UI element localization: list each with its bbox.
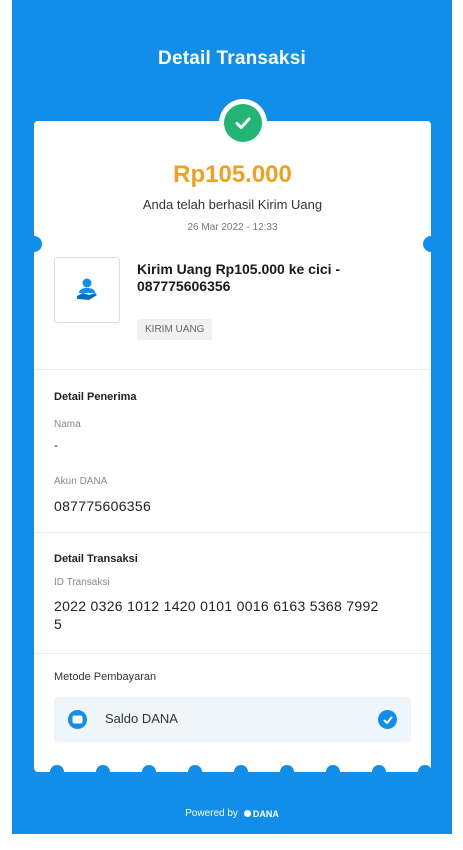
divider: [34, 369, 431, 370]
recipient-name-value: -: [54, 438, 59, 452]
success-badge: [219, 99, 267, 147]
transaction-datetime: 26 Mar 2022 - 12:33: [187, 222, 278, 233]
card-scallop: [96, 765, 110, 779]
product-title: Kirim Uang Rp105.000 ke cici - 087775606…: [137, 261, 341, 294]
card-scallop: [418, 765, 432, 779]
card-notch-left: [34, 236, 42, 252]
powered-by-footer: Powered by DANA: [12, 808, 452, 819]
transaction-section-title: Detail Transaksi: [54, 553, 138, 565]
page-title: Detail Transaksi: [158, 48, 306, 69]
dana-logo-text: DANA: [252, 808, 279, 819]
transaction-id-value: 2022 0326 1012 1420 0101 0016 6163 5368 …: [54, 598, 379, 632]
app-screen: Detail Transaksi Rp105.000 Anda telah be…: [12, 0, 452, 834]
recipient-account-label: Akun DANA: [54, 476, 108, 487]
card-notch-right: [423, 236, 431, 252]
card-scallop: [142, 765, 156, 779]
card-scallop: [280, 765, 294, 779]
send-money-icon: [54, 257, 120, 323]
transaction-type-tag: KIRIM UANG: [137, 319, 213, 340]
payment-method-label: Metode Pembayaran: [54, 671, 157, 683]
checkmark-icon: [224, 104, 262, 142]
transaction-amount: Rp105.000: [173, 161, 292, 188]
card-scallop: [234, 765, 248, 779]
recipient-name-label: Nama: [54, 419, 81, 430]
wallet-icon: [68, 710, 87, 729]
selected-check-icon: [378, 710, 397, 729]
card-scallop: [50, 765, 64, 779]
success-message: Anda telah berhasil Kirim Uang: [142, 197, 323, 212]
card-scallop: [326, 765, 340, 779]
card-scallop: [188, 765, 202, 779]
divider: [34, 532, 431, 533]
recipient-account-value: 087775606356: [54, 498, 152, 514]
powered-by-text: Powered by: [185, 808, 238, 819]
recipient-section-title: Detail Penerima: [54, 391, 137, 403]
dana-logo: DANA: [243, 808, 279, 819]
divider: [34, 653, 431, 654]
card-scallop: [372, 765, 386, 779]
transaction-receipt-card: Rp105.000 Anda telah berhasil Kirim Uang…: [34, 121, 431, 772]
transaction-id-label: ID Transaksi: [54, 577, 110, 588]
payment-method-name: Saldo DANA: [105, 711, 178, 726]
dana-logo-icon: [243, 810, 251, 817]
payment-method-row[interactable]: Saldo DANA: [54, 697, 411, 742]
